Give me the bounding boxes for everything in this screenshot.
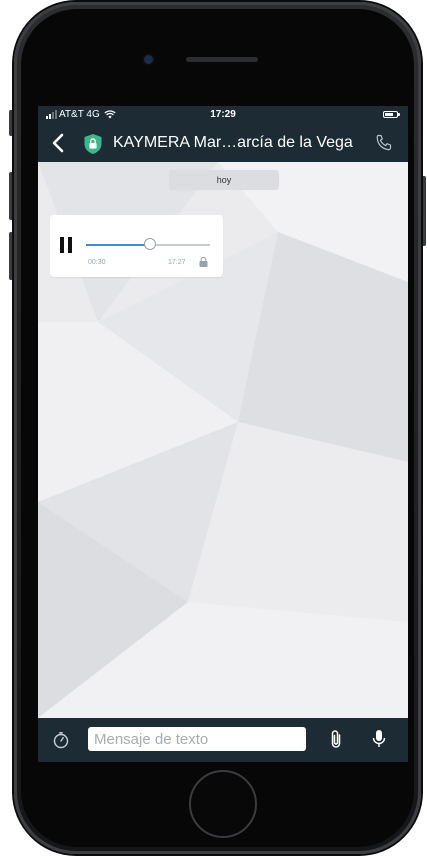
audio-progress-slider[interactable]	[86, 238, 210, 250]
device-frame: AT&T 4G 17:29 KAYMERA Mar…arcía de la Ve…	[0, 0, 427, 856]
back-arrow-icon[interactable]	[48, 132, 70, 154]
audio-duration: 00:30	[88, 259, 106, 266]
date-chip: hoy	[169, 170, 279, 190]
front-camera	[144, 55, 153, 64]
message-input-bar	[38, 718, 408, 762]
app-screen: AT&T 4G 17:29 KAYMERA Mar…arcía de la Ve…	[38, 106, 408, 762]
lock-icon	[199, 257, 208, 267]
pause-icon[interactable]	[60, 237, 74, 253]
audio-progress-fill	[86, 244, 151, 246]
audio-progress-knob[interactable]	[144, 238, 157, 250]
phone-icon[interactable]	[374, 133, 394, 153]
chat-header: KAYMERA Mar…arcía de la Vega	[38, 124, 408, 162]
message-timestamp: 17:27	[168, 259, 186, 266]
status-time: 17:29	[210, 109, 236, 120]
microphone-icon[interactable]	[372, 729, 386, 749]
status-bar: AT&T 4G 17:29	[38, 106, 408, 124]
earpiece-speaker	[186, 57, 258, 62]
battery-icon	[383, 111, 400, 118]
chat-area[interactable]: hoy 00:30 17:27	[38, 162, 408, 718]
chat-title[interactable]: KAYMERA Mar…arcía de la Vega	[113, 134, 353, 152]
home-button[interactable]	[189, 770, 257, 838]
message-input[interactable]	[88, 727, 306, 751]
shield-lock-icon	[84, 134, 102, 154]
power-button	[421, 176, 426, 246]
timer-icon[interactable]	[52, 731, 70, 749]
voice-message-bubble[interactable]: 00:30 17:27	[50, 215, 223, 277]
paperclip-icon[interactable]	[330, 729, 342, 749]
